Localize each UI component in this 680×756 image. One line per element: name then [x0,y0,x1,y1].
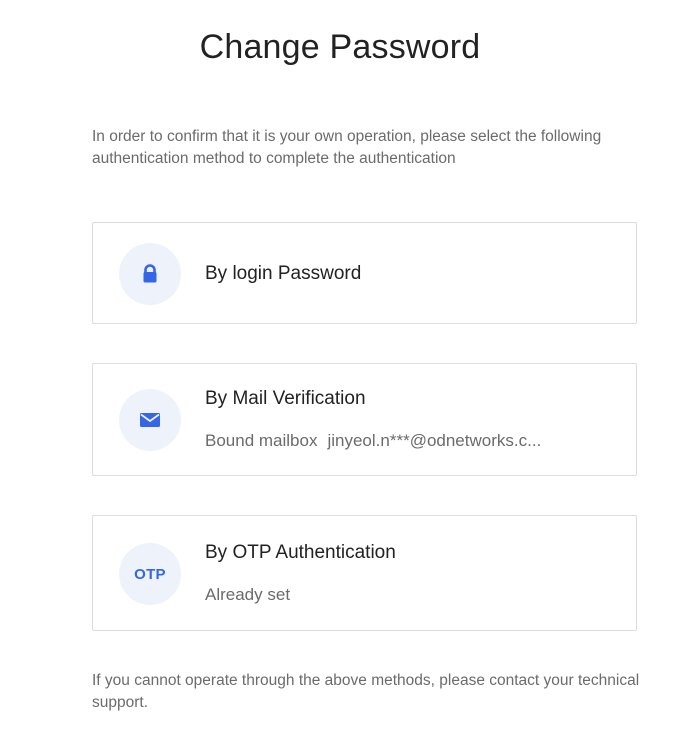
bound-mailbox-value: jinyeol.n***@odnetworks.c... [327,431,542,450]
mail-verification-option[interactable]: By Mail Verification Bound mailbox jinyeo… [92,363,637,476]
otp-status: Already set [205,585,291,604]
otp-icon: OTP [119,543,181,605]
otp-icon-label: OTP [134,565,166,583]
intro-text: In order to confirm that it is your own … [92,128,602,167]
login-password-option[interactable]: By login Password [92,222,637,324]
bound-mailbox-text: Bound mailbox jinyeol.n***@odnetworks.c..… [205,431,541,451]
support-note: If you cannot operate through the above … [92,672,640,711]
lock-icon [119,243,181,305]
page-title: Change Password [199,28,481,66]
login-password-title: By login Password [205,263,362,284]
mail-verification-title: By Mail Verification [205,388,366,409]
otp-authentication-title: By OTP Authentication [205,542,396,563]
bound-mailbox-label: Bound mailbox [205,431,318,450]
otp-authentication-option[interactable]: OTP By OTP Authentication Already set [92,515,637,631]
mail-icon [119,389,181,451]
